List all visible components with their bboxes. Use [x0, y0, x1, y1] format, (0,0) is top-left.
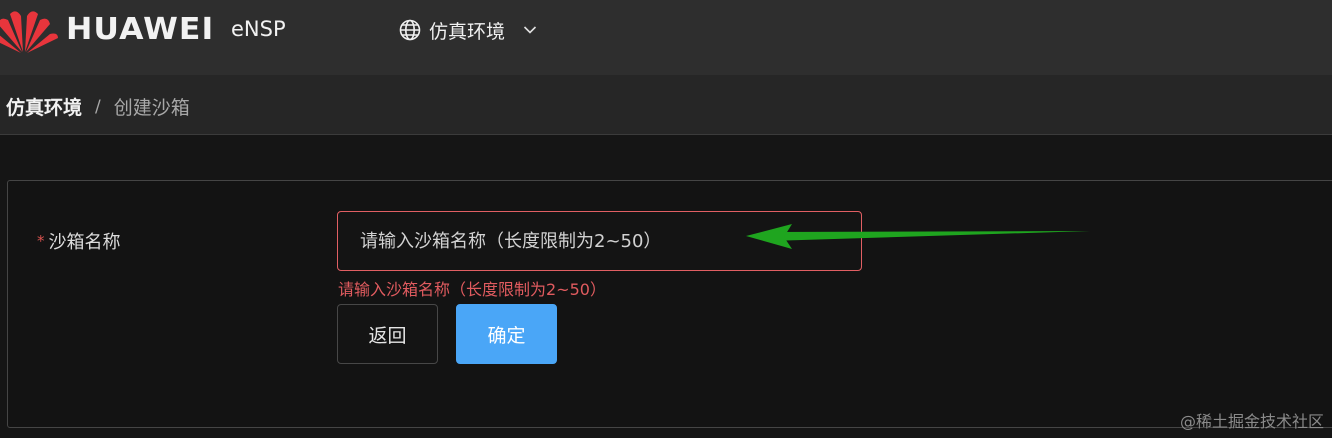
confirm-button[interactable]: 确定: [456, 304, 557, 364]
globe-icon: [399, 19, 421, 41]
breadcrumb-separator: /: [95, 96, 101, 117]
top-navigation-bar: HUAWEI eNSP 仿真环境: [0, 0, 1332, 75]
environment-dropdown[interactable]: 仿真环境: [399, 16, 537, 44]
breadcrumb-current: 创建沙箱: [113, 97, 190, 119]
required-marker: *: [37, 232, 45, 250]
chevron-down-icon: [523, 26, 537, 34]
sandbox-name-input[interactable]: [337, 211, 862, 271]
huawei-logo-icon: [0, 11, 58, 53]
environment-label: 仿真环境: [429, 20, 506, 43]
sandbox-name-label-text: 沙箱名称: [48, 232, 121, 253]
back-button[interactable]: 返回: [337, 304, 438, 364]
breadcrumb-bar: 仿真环境 / 创建沙箱: [0, 75, 1332, 135]
brand-wordmark: HUAWEI: [66, 12, 215, 47]
sandbox-name-label: * 沙箱名称: [37, 228, 121, 254]
sandbox-name-error: 请输入沙箱名称（长度限制为2~50）: [338, 280, 606, 299]
watermark: @稀土掘金技术社区: [1179, 412, 1324, 431]
app-name: eNSP: [231, 17, 286, 41]
breadcrumb-root-link[interactable]: 仿真环境: [6, 93, 82, 120]
breadcrumb: 仿真环境 / 创建沙箱: [6, 93, 190, 120]
